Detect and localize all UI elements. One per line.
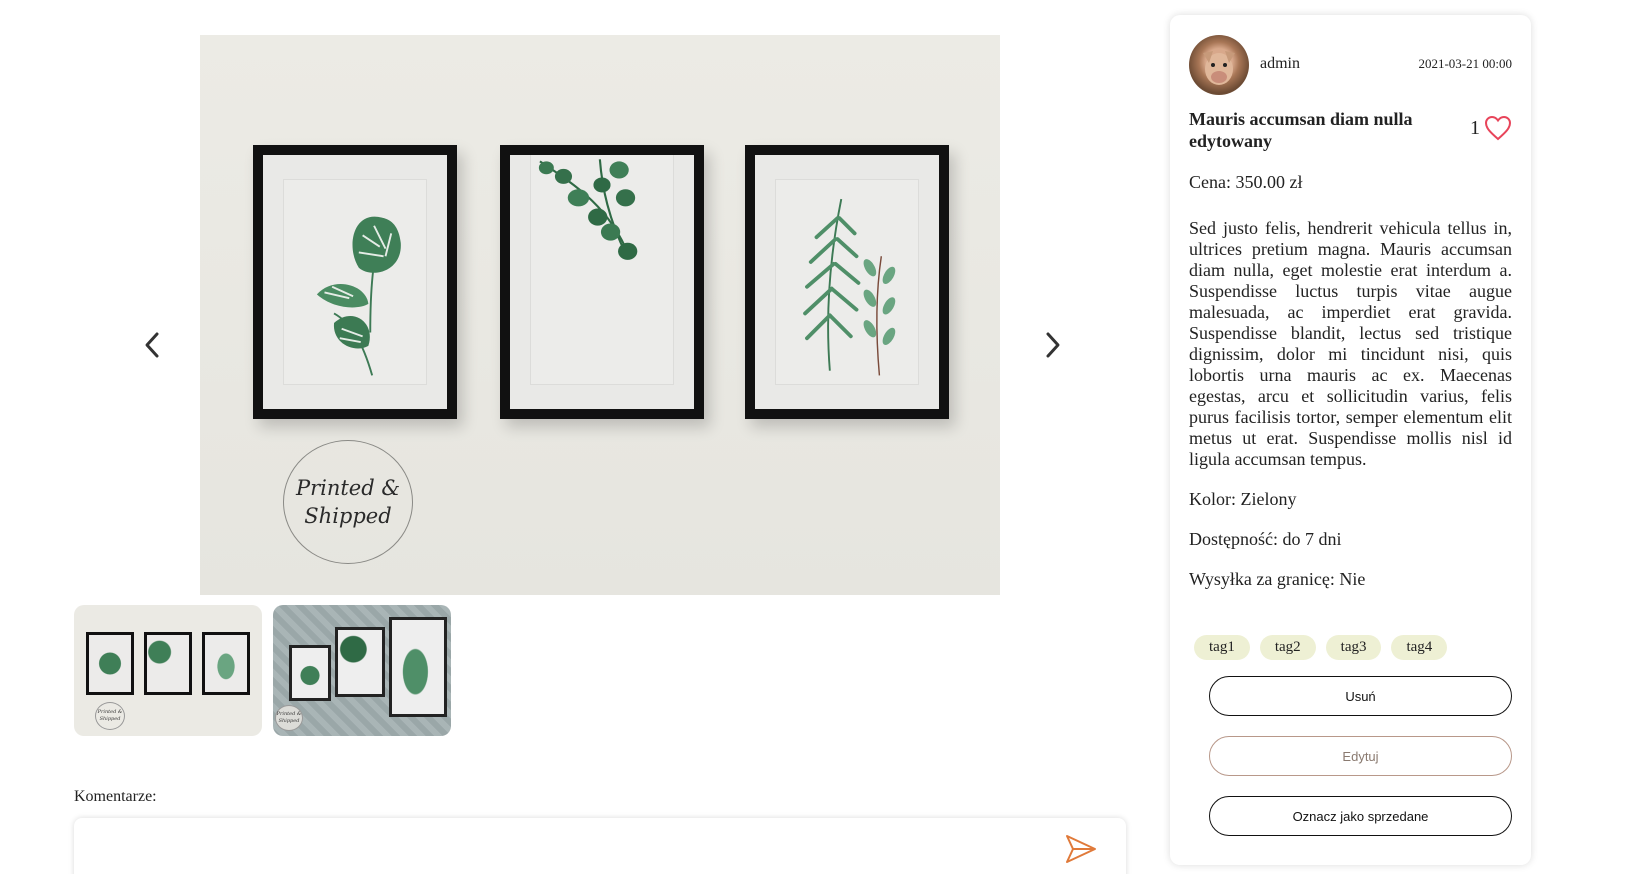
thumbnail-1-stamp: Printed & Shipped <box>95 702 125 730</box>
tag-chip[interactable]: tag2 <box>1259 635 1316 660</box>
listing-page: Printed & Shipped Printed & Shipped Prin… <box>0 0 1625 874</box>
description: Sed justo felis, hendrerit vehicula tell… <box>1189 218 1512 469</box>
like-count: 1 <box>1470 116 1480 139</box>
send-icon[interactable] <box>1064 832 1098 866</box>
thumbnail-2[interactable]: Printed & Shipped <box>273 605 451 736</box>
stamp-line-1: Printed & <box>295 476 401 500</box>
listing-title: Mauris accumsan diam nulla edytowany <box>1189 109 1413 151</box>
thumbnail-strip: Printed & Shipped Printed & Shipped <box>74 605 451 736</box>
shipping-abroad-info: Wysyłka za granicę: Nie <box>1189 569 1366 589</box>
comment-input[interactable] <box>94 834 1024 864</box>
mark-sold-button[interactable]: Oznacz jako sprzedane <box>1209 796 1512 836</box>
comments-label: Komentarze: <box>74 788 157 805</box>
main-product-image: Printed & Shipped <box>200 35 1000 595</box>
tag-list: tag1 tag2 tag3 tag4 <box>1194 635 1448 660</box>
frame-eucalyptus <box>500 145 704 419</box>
delete-button[interactable]: Usuń <box>1209 676 1512 716</box>
stamp-line-2: Shipped <box>304 504 392 528</box>
frame-fern <box>745 145 949 419</box>
color-info: Kolor: Zielony <box>1189 489 1297 509</box>
tag-chip[interactable]: tag3 <box>1325 635 1382 660</box>
carousel-prev-button[interactable] <box>137 322 167 368</box>
avatar[interactable] <box>1189 35 1249 95</box>
tag-chip[interactable]: tag4 <box>1391 635 1448 660</box>
tag-chip[interactable]: tag1 <box>1194 635 1250 660</box>
printed-shipped-stamp: Printed & Shipped <box>283 440 413 564</box>
carousel-next-button[interactable] <box>1038 322 1068 368</box>
thumbnail-1[interactable]: Printed & Shipped <box>74 605 262 736</box>
comment-box <box>74 818 1126 874</box>
thumbnail-2-stamp: Printed & Shipped <box>275 705 303 731</box>
edit-button[interactable]: Edytuj <box>1209 736 1512 776</box>
listing-details-card: admin 2021-03-21 00:00 Mauris accumsan d… <box>1170 15 1531 865</box>
availability-info: Dostępność: do 7 dni <box>1189 529 1342 549</box>
author-name[interactable]: admin <box>1260 55 1300 73</box>
like-button[interactable]: 1 <box>1470 115 1512 141</box>
frame-monstera <box>253 145 457 419</box>
heart-icon <box>1484 115 1512 141</box>
chevron-right-icon <box>1046 332 1060 358</box>
chevron-left-icon <box>145 332 159 358</box>
post-date: 2021-03-21 00:00 <box>1418 56 1512 71</box>
price: Cena: 350.00 zł <box>1189 172 1303 192</box>
